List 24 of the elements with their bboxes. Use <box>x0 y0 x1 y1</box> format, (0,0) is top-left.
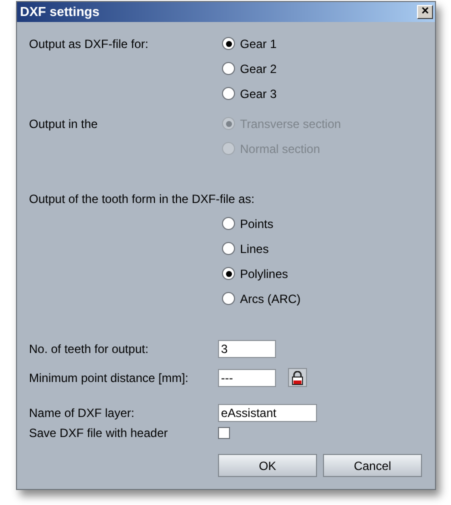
checkbox[interactable] <box>218 427 230 439</box>
field-label: No. of teeth for output: <box>29 342 148 356</box>
field-label: Save DXF file with header <box>29 426 168 440</box>
field-label: Output in the <box>29 116 98 130</box>
field-label: Minimum point distance [mm]: <box>29 370 188 384</box>
close-button[interactable]: ✕ <box>417 5 433 19</box>
lock-icon <box>292 370 303 384</box>
field-label: Name of DXF layer: <box>29 406 134 420</box>
radio-option[interactable]: Arcs (ARC) <box>222 290 301 308</box>
field-label: Output as DXF-file for: <box>29 36 148 50</box>
radio-option[interactable]: Points <box>222 214 274 232</box>
radio-option[interactable]: Gear 3 <box>222 84 277 102</box>
radio-option[interactable]: Gear 1 <box>222 34 277 52</box>
lock-button[interactable] <box>288 368 307 387</box>
input-field[interactable]: --- <box>218 368 276 386</box>
radio-option[interactable]: Gear 2 <box>222 60 277 78</box>
dialog-button[interactable]: OK <box>218 454 317 477</box>
window-title: DXF settings <box>19 3 100 22</box>
field-label: Output of the tooth form in the DXF-file as: <box>29 192 254 206</box>
input-field[interactable]: 3 <box>218 340 276 358</box>
input-field[interactable]: eAssistant <box>218 404 317 422</box>
dialog-button[interactable]: Cancel <box>323 454 422 477</box>
radio-option[interactable]: Lines <box>222 240 269 258</box>
radio-option[interactable]: Polylines <box>222 264 288 282</box>
